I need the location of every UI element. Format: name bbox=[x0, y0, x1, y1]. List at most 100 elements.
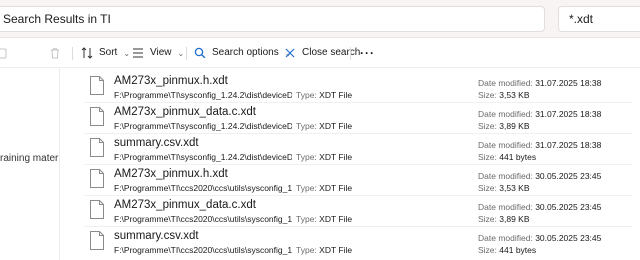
share-icon[interactable] bbox=[0, 46, 8, 60]
file-type: Type: XDT File bbox=[296, 245, 352, 255]
file-icon bbox=[90, 107, 104, 126]
size-key: Size: bbox=[478, 183, 497, 193]
result-row[interactable]: AM273x_pinmux_data.c.xdt F:\Programme\TI… bbox=[84, 103, 632, 133]
file-path: F:\Programme\TI\ccs2020\ccs\utils\syscon… bbox=[114, 214, 292, 224]
file-path: F:\Programme\TI\sysconfig_1.24.2\dist\de… bbox=[114, 90, 292, 100]
type-value: XDT File bbox=[319, 152, 353, 162]
file-icon bbox=[90, 169, 104, 188]
file-type: Type: XDT File bbox=[296, 183, 352, 193]
file-name: AM273x_pinmux.h.xdt bbox=[114, 75, 228, 87]
date-key: Date modified: bbox=[478, 109, 533, 119]
type-key: Type: bbox=[296, 121, 317, 131]
file-name: summary.csv.xdt bbox=[114, 230, 199, 242]
file-name: AM273x_pinmux_data.c.xdt bbox=[114, 106, 256, 118]
file-size: Size: 441 bytes bbox=[478, 245, 536, 255]
date-key: Date modified: bbox=[478, 202, 533, 212]
date-value: 31.07.2025 18:38 bbox=[535, 109, 602, 119]
more-options-button[interactable]: ··· bbox=[360, 44, 375, 62]
size-key: Size: bbox=[478, 121, 497, 131]
command-bar: Sort ⌄ View ⌄ Search options ⌄ Close sea… bbox=[0, 38, 640, 68]
file-icon bbox=[90, 200, 104, 219]
size-value: 3,89 KB bbox=[499, 214, 530, 224]
type-key: Type: bbox=[296, 152, 317, 162]
view-icon bbox=[131, 46, 145, 60]
view-label: View bbox=[150, 47, 172, 58]
type-value: XDT File bbox=[319, 90, 353, 100]
chevron-down-icon: ⌄ bbox=[177, 48, 185, 58]
size-value: 441 bytes bbox=[499, 245, 537, 255]
search-results-list: AM273x_pinmux.h.xdt F:\Programme\TI\sysc… bbox=[84, 68, 640, 260]
delete-icon[interactable] bbox=[48, 46, 62, 60]
view-button[interactable]: View ⌄ bbox=[131, 44, 184, 62]
sort-icon bbox=[80, 46, 94, 60]
navigation-pane: raining materia bbox=[0, 68, 60, 260]
date-value: 30.05.2025 23:45 bbox=[535, 171, 602, 181]
sort-button[interactable]: Sort ⌄ bbox=[80, 44, 130, 62]
date-modified: Date modified: 30.05.2025 23:45 bbox=[478, 202, 601, 212]
file-path: F:\Programme\TI\ccs2020\ccs\utils\syscon… bbox=[114, 245, 292, 255]
title-bar: Search Results in TI *.xdt bbox=[0, 0, 640, 38]
size-value: 441 bytes bbox=[499, 152, 537, 162]
toolbar-separator bbox=[350, 47, 351, 60]
file-path: F:\Programme\TI\sysconfig_1.24.2\dist\de… bbox=[114, 152, 292, 162]
type-value: XDT File bbox=[319, 245, 353, 255]
type-key: Type: bbox=[296, 183, 317, 193]
result-row[interactable]: summary.csv.xdt F:\Programme\TI\sysconfi… bbox=[84, 134, 632, 164]
file-name: summary.csv.xdt bbox=[114, 137, 199, 149]
type-value: XDT File bbox=[319, 121, 353, 131]
result-row[interactable]: summary.csv.xdt F:\Programme\TI\ccs2020\… bbox=[84, 227, 632, 257]
search-input[interactable]: *.xdt bbox=[558, 6, 640, 32]
search-options-icon bbox=[193, 46, 207, 60]
type-value: XDT File bbox=[319, 214, 353, 224]
chevron-down-icon: ⌄ bbox=[123, 48, 131, 58]
nav-item-label[interactable]: raining materia bbox=[0, 153, 59, 164]
size-key: Size: bbox=[478, 152, 497, 162]
search-query-text: *.xdt bbox=[569, 12, 594, 26]
date-key: Date modified: bbox=[478, 171, 533, 181]
date-modified: Date modified: 31.07.2025 18:38 bbox=[478, 140, 601, 150]
type-key: Type: bbox=[296, 90, 317, 100]
search-options-label: Search options bbox=[212, 47, 279, 58]
file-type: Type: XDT File bbox=[296, 90, 352, 100]
file-icon bbox=[90, 231, 104, 250]
date-key: Date modified: bbox=[478, 233, 533, 243]
close-icon bbox=[283, 46, 297, 60]
file-name: AM273x_pinmux.h.xdt bbox=[114, 168, 228, 180]
close-search-button[interactable]: Close search bbox=[283, 44, 360, 62]
date-key: Date modified: bbox=[478, 140, 533, 150]
file-size: Size: 441 bytes bbox=[478, 152, 536, 162]
file-path: F:\Programme\TI\sysconfig_1.24.2\dist\de… bbox=[114, 121, 292, 131]
type-value: XDT File bbox=[319, 183, 353, 193]
type-key: Type: bbox=[296, 245, 317, 255]
file-type: Type: XDT File bbox=[296, 152, 352, 162]
file-size: Size: 3,89 KB bbox=[478, 121, 530, 131]
type-key: Type: bbox=[296, 214, 317, 224]
date-modified: Date modified: 30.05.2025 23:45 bbox=[478, 171, 601, 181]
file-path: F:\Programme\TI\ccs2020\ccs\utils\syscon… bbox=[114, 183, 292, 193]
file-type: Type: XDT File bbox=[296, 214, 352, 224]
date-key: Date modified: bbox=[478, 78, 533, 88]
search-options-button[interactable]: Search options ⌄ bbox=[193, 44, 291, 62]
date-modified: Date modified: 31.07.2025 18:38 bbox=[478, 109, 601, 119]
date-value: 31.07.2025 18:38 bbox=[535, 140, 602, 150]
file-name: AM273x_pinmux_data.c.xdt bbox=[114, 199, 256, 211]
sort-label: Sort bbox=[99, 47, 118, 58]
size-key: Size: bbox=[478, 90, 497, 100]
file-size: Size: 3,89 KB bbox=[478, 214, 530, 224]
address-bar[interactable]: Search Results in TI bbox=[0, 6, 545, 32]
date-value: 30.05.2025 23:45 bbox=[535, 233, 602, 243]
close-search-label: Close search bbox=[302, 47, 361, 58]
file-size: Size: 3,53 KB bbox=[478, 183, 530, 193]
result-row[interactable]: AM273x_pinmux.h.xdt F:\Programme\TI\sysc… bbox=[84, 72, 632, 102]
more-icon: ··· bbox=[360, 46, 375, 60]
toolbar-separator bbox=[72, 47, 73, 60]
date-value: 30.05.2025 23:45 bbox=[535, 202, 602, 212]
date-value: 31.07.2025 18:38 bbox=[535, 78, 602, 88]
file-type: Type: XDT File bbox=[296, 121, 352, 131]
result-row[interactable]: AM273x_pinmux_data.c.xdt F:\Programme\TI… bbox=[84, 196, 632, 226]
result-row[interactable]: AM273x_pinmux.h.xdt F:\Programme\TI\ccs2… bbox=[84, 165, 632, 195]
size-value: 3,53 KB bbox=[499, 183, 530, 193]
size-value: 3,89 KB bbox=[499, 121, 530, 131]
size-key: Size: bbox=[478, 245, 497, 255]
size-key: Size: bbox=[478, 214, 497, 224]
